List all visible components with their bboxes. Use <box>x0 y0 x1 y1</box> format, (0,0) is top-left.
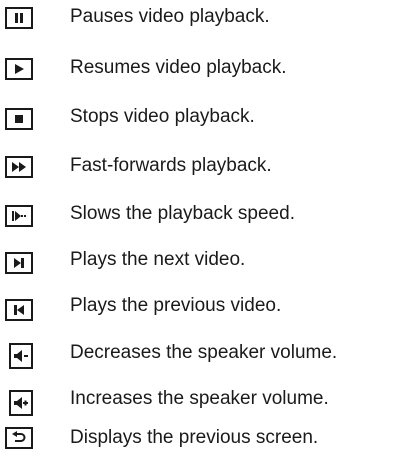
legend-description: Stops video playback. <box>70 106 255 127</box>
play-icon <box>5 58 33 80</box>
legend-description: Increases the speaker volume. <box>70 388 329 409</box>
stop-icon <box>5 108 33 130</box>
pause-icon <box>5 7 33 29</box>
fast-forward-icon <box>5 156 33 178</box>
volume-down-icon <box>9 343 33 369</box>
legend-description: Pauses video playback. <box>70 6 270 27</box>
legend-row-volume-down: Decreases the speaker volume. <box>0 336 408 376</box>
legend-row-stop: Stops video playback. <box>0 100 408 140</box>
legend-description: Slows the playback speed. <box>70 203 295 224</box>
slow-motion-icon <box>5 205 33 227</box>
legend-description: Plays the next video. <box>70 249 246 270</box>
icon-legend: Pauses video playback. Resumes video pla… <box>0 0 408 454</box>
legend-description: Fast-forwards playback. <box>70 155 272 176</box>
next-track-icon <box>5 252 33 274</box>
legend-row-back: Displays the previous screen. <box>0 416 408 456</box>
legend-description: Displays the previous screen. <box>70 427 319 448</box>
legend-description: Resumes video playback. <box>70 57 287 78</box>
previous-track-icon <box>5 299 33 321</box>
back-icon <box>5 427 33 449</box>
legend-row-next: Plays the next video. <box>0 243 408 283</box>
legend-description: Plays the previous video. <box>70 295 282 316</box>
legend-row-slow-motion: Slows the playback speed. <box>0 196 408 236</box>
legend-row-fast-forward: Fast-forwards playback. <box>0 148 408 188</box>
legend-row-pause: Pauses video playback. <box>0 0 408 40</box>
legend-row-previous: Plays the previous video. <box>0 290 408 330</box>
legend-row-play: Resumes video playback. <box>0 51 408 91</box>
legend-description: Decreases the speaker volume. <box>70 342 338 363</box>
volume-up-icon <box>9 390 33 416</box>
